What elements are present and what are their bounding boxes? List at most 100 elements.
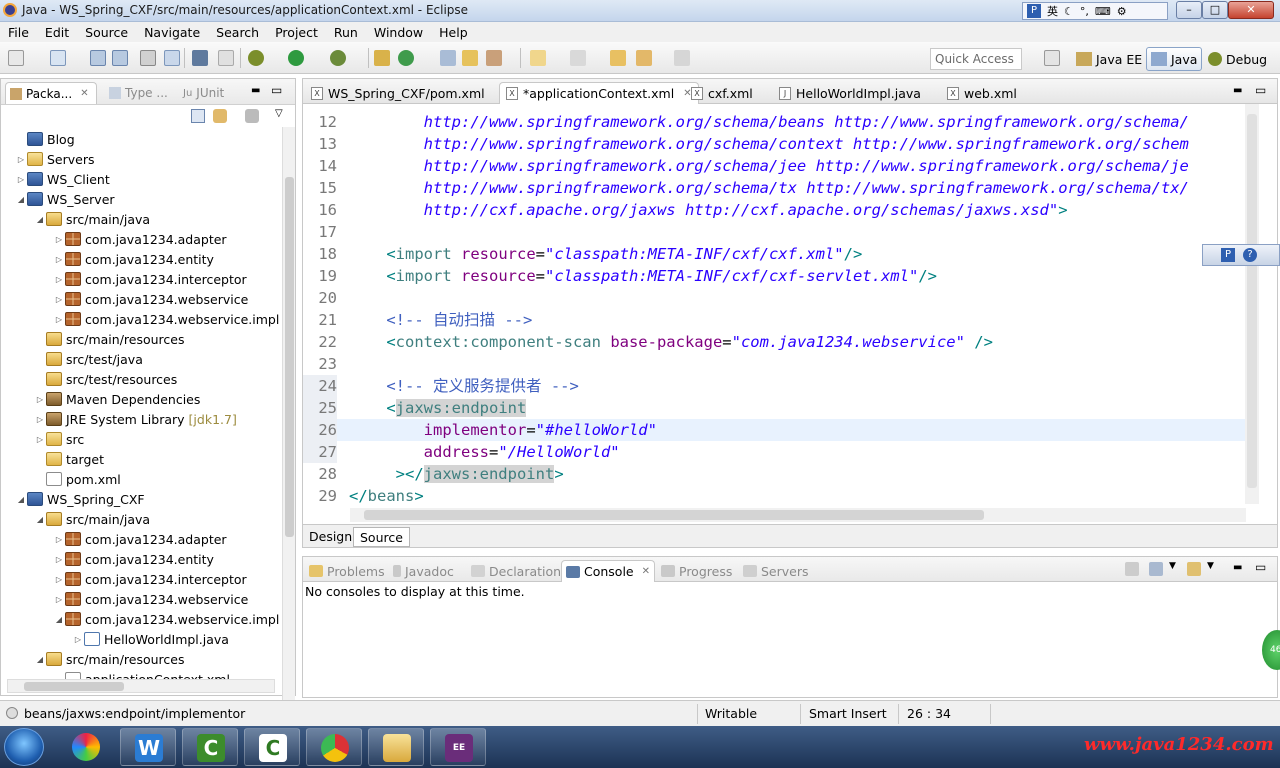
console-output[interactable]: No consoles to display at this time.: [302, 582, 1278, 698]
collapsed-arrow-icon[interactable]: ▷: [53, 295, 65, 304]
collapse-all-icon[interactable]: [191, 109, 205, 123]
menu-help[interactable]: Help: [431, 25, 476, 40]
menu-file[interactable]: File: [0, 25, 37, 40]
tab-console[interactable]: Console ✕: [561, 560, 656, 582]
search-toolbar-icon[interactable]: [486, 50, 502, 66]
taskbar-chrome-app[interactable]: [306, 728, 362, 766]
minimize-view-icon[interactable]: ▬: [1233, 85, 1242, 96]
collapsed-arrow-icon[interactable]: ▷: [15, 175, 27, 184]
code-line[interactable]: 29 </beans>: [303, 485, 1253, 507]
minimize-button[interactable]: –: [1176, 1, 1202, 19]
taskbar-camtasia-recorder-app[interactable]: C: [244, 728, 300, 766]
collapsed-arrow-icon[interactable]: ▷: [53, 315, 65, 324]
new-window-icon[interactable]: [50, 50, 66, 66]
ime-language-label[interactable]: 英: [1047, 3, 1058, 19]
code-line[interactable]: 22 <context:component-scan base-package=…: [303, 331, 1253, 353]
open-console-icon[interactable]: [1187, 562, 1201, 576]
tab-progress[interactable]: Progress: [657, 560, 736, 582]
forward-icon[interactable]: [674, 50, 690, 66]
print-icon[interactable]: [140, 50, 156, 66]
ime-logo-icon[interactable]: P: [1221, 248, 1235, 262]
tree-item[interactable]: ▷ com.java1234.adapter: [1, 529, 281, 549]
tree-item[interactable]: ▷ com.java1234.adapter: [1, 229, 281, 249]
editor-horizontal-scrollbar[interactable]: [350, 508, 1246, 522]
tab-servers[interactable]: Servers: [739, 560, 813, 582]
run-icon[interactable]: [288, 50, 304, 66]
perspective-debug[interactable]: Debug: [1204, 47, 1271, 71]
build-icon[interactable]: [164, 50, 180, 66]
tree-item[interactable]: ▷ com.java1234.webservice.impl: [1, 309, 281, 329]
editor-vertical-scrollbar[interactable]: [1245, 104, 1259, 504]
tree-item[interactable]: src/main/resources: [1, 329, 281, 349]
ime-logo-icon[interactable]: P: [1027, 4, 1041, 18]
chevron-down-icon[interactable]: ▼: [1207, 561, 1214, 571]
view-menu-icon[interactable]: [245, 109, 259, 123]
pin-console-icon[interactable]: [1125, 562, 1139, 576]
tree-item[interactable]: ▷ HelloWorldImpl.java: [1, 629, 281, 649]
tree-item[interactable]: ▷ com.java1234.webservice: [1, 589, 281, 609]
tree-item[interactable]: pom.xml: [1, 469, 281, 489]
maximize-view-icon[interactable]: ▭: [1255, 83, 1266, 97]
tree-vertical-scrollbar[interactable]: [282, 127, 295, 707]
chevron-down-icon[interactable]: ▽: [275, 108, 283, 119]
tree-item[interactable]: src/test/resources: [1, 369, 281, 389]
collapsed-arrow-icon[interactable]: ▷: [72, 635, 84, 644]
tree-item[interactable]: src/test/java: [1, 349, 281, 369]
display-console-icon[interactable]: [1149, 562, 1163, 576]
minimize-view-icon[interactable]: ▬: [251, 85, 260, 96]
new-icon[interactable]: [8, 50, 24, 66]
tree-item[interactable]: ▷ WS_Client: [1, 169, 281, 189]
editor-tab[interactable]: Xcxf.xml: [685, 82, 759, 104]
close-icon[interactable]: ✕: [642, 566, 650, 577]
collapsed-arrow-icon[interactable]: ▷: [34, 395, 46, 404]
collapsed-arrow-icon[interactable]: ▷: [15, 155, 27, 164]
annotation-icon[interactable]: [530, 50, 546, 66]
collapsed-arrow-icon[interactable]: ▷: [53, 235, 65, 244]
start-button[interactable]: [4, 728, 44, 766]
tree-item[interactable]: target: [1, 449, 281, 469]
menu-navigate[interactable]: Navigate: [136, 25, 208, 40]
open-folder-icon[interactable]: [462, 50, 478, 66]
code-line[interactable]: 16 http://cxf.apache.org/jaxws http://cx…: [303, 199, 1253, 221]
open-perspective-icon[interactable]: [1044, 50, 1060, 66]
tree-item[interactable]: ◢ src/main/resources: [1, 649, 281, 669]
menu-source[interactable]: Source: [77, 25, 136, 40]
tree-item[interactable]: ▷ src: [1, 429, 281, 449]
tree-item[interactable]: ▷ Maven Dependencies: [1, 389, 281, 409]
tab-design[interactable]: Design: [303, 527, 358, 547]
taskbar-flash-app[interactable]: [58, 728, 114, 766]
collapsed-arrow-icon[interactable]: ▷: [53, 535, 65, 544]
expanded-arrow-icon[interactable]: ◢: [34, 215, 46, 224]
taskbar-explorer-app[interactable]: [368, 728, 424, 766]
minimize-view-icon[interactable]: ▬: [1233, 562, 1242, 573]
quick-access-field[interactable]: Quick Access: [930, 48, 1022, 70]
open-type-icon[interactable]: [440, 50, 456, 66]
tree-item[interactable]: ◢ src/main/java: [1, 509, 281, 529]
tab-type-hierarchy[interactable]: Type ...: [105, 82, 172, 104]
code-line[interactable]: 15 http://www.springframework.org/schema…: [303, 177, 1253, 199]
floating-ime-toolbar[interactable]: P ?: [1202, 244, 1280, 266]
new-java-project-icon[interactable]: [374, 50, 390, 66]
code-line[interactable]: 24 <!-- 定义服务提供者 -->: [303, 375, 1253, 397]
tree-item[interactable]: ▷ Servers: [1, 149, 281, 169]
tab-source[interactable]: Source: [353, 527, 410, 547]
code-line[interactable]: 17: [303, 221, 1253, 243]
tree-item[interactable]: ▷ com.java1234.interceptor: [1, 569, 281, 589]
collapsed-arrow-icon[interactable]: ▷: [53, 575, 65, 584]
editor-tab[interactable]: Xweb.xml: [941, 82, 1023, 104]
menu-project[interactable]: Project: [267, 25, 326, 40]
expanded-arrow-icon[interactable]: ◢: [53, 615, 65, 624]
next-annotation-icon[interactable]: [570, 50, 586, 66]
tab-problems[interactable]: Problems: [305, 560, 389, 582]
link-with-editor-icon[interactable]: [213, 109, 227, 123]
menu-run[interactable]: Run: [326, 25, 366, 40]
close-icon[interactable]: ✕: [80, 88, 88, 99]
code-line[interactable]: 28 ></jaxws:endpoint>: [303, 463, 1253, 485]
code-line[interactable]: 20: [303, 287, 1253, 309]
collapsed-arrow-icon[interactable]: ▷: [53, 555, 65, 564]
code-line[interactable]: 21 <!-- 自动扫描 -->: [303, 309, 1253, 331]
collapsed-arrow-icon[interactable]: ▷: [53, 275, 65, 284]
tab-junit[interactable]: Ju JUnit: [179, 82, 228, 104]
ime-keyboard-icon[interactable]: ⌨: [1095, 5, 1111, 18]
debug-icon[interactable]: [248, 50, 264, 66]
